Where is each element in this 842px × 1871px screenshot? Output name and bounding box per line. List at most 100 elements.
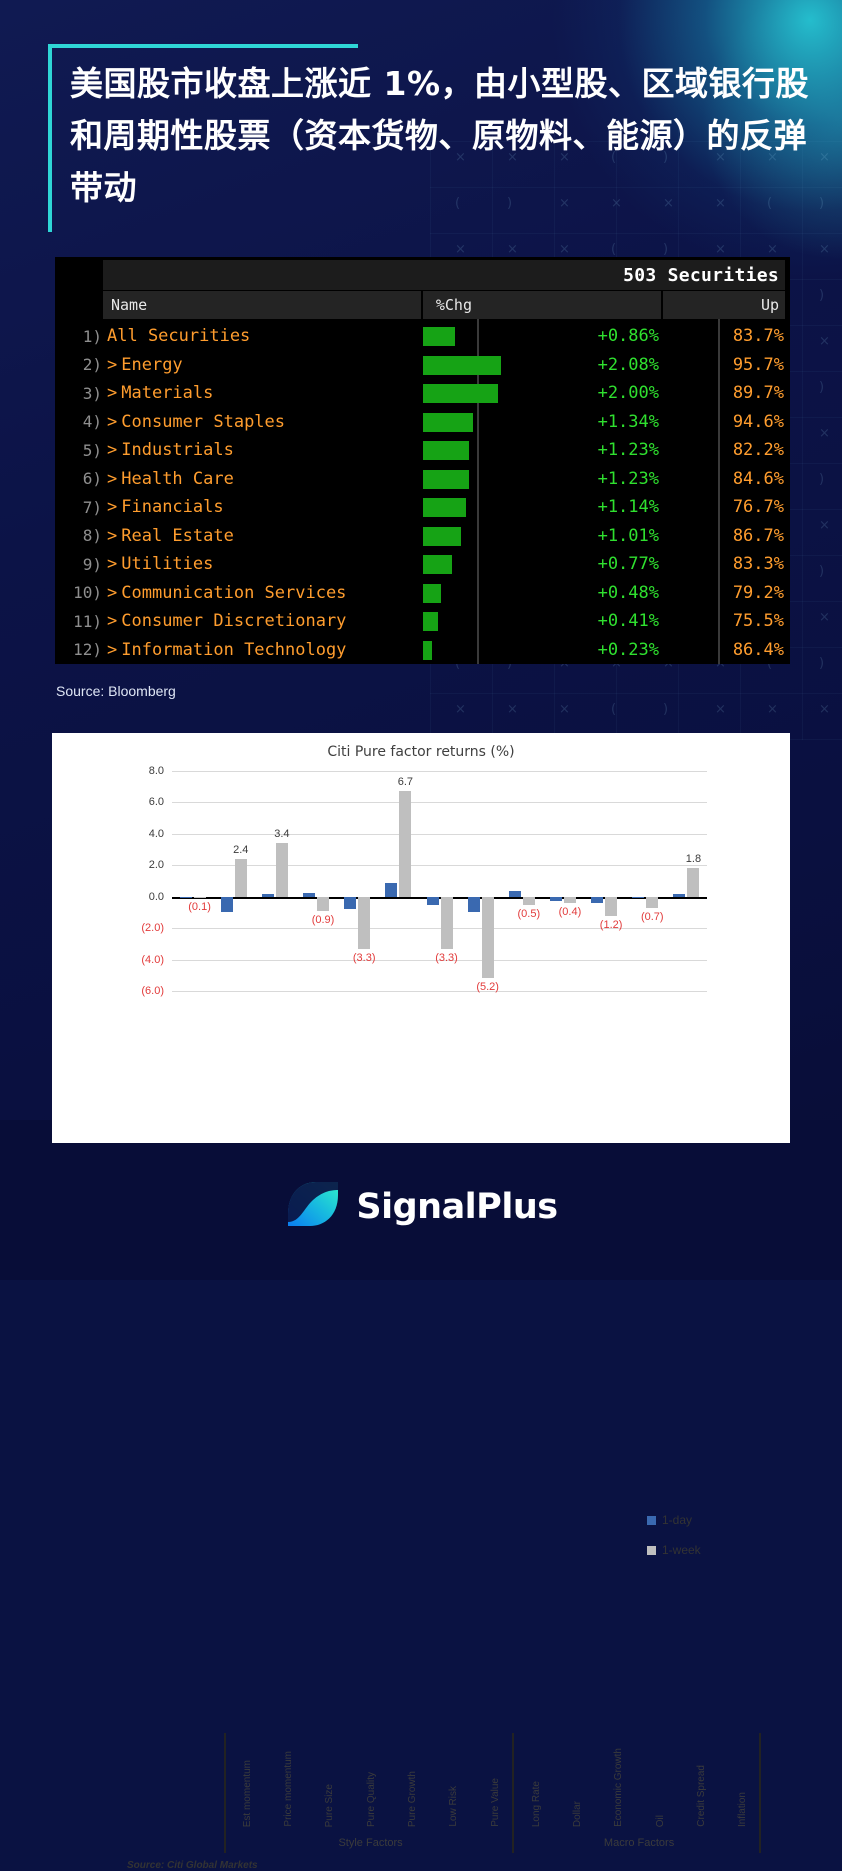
background-x-glyph: ) [819, 380, 825, 395]
row-sector-name[interactable]: > Information Technology [107, 640, 417, 660]
expand-chevron-icon[interactable]: > [107, 583, 117, 603]
row-sector-name[interactable]: > Energy [107, 355, 417, 375]
factor-group-caption: Style Factors [338, 1837, 403, 1849]
y-axis-tick-label: 8.0 [148, 765, 164, 777]
row-sector-name[interactable]: > Industrials [107, 440, 417, 460]
row-sector-name[interactable]: > Utilities [107, 554, 417, 574]
bar-1day [220, 896, 233, 913]
x-axis-category-label: Est momentum [241, 1759, 253, 1827]
row-change-bar [423, 555, 452, 574]
row-bar-cell [417, 607, 597, 636]
row-bar-cell [417, 322, 597, 351]
table-row[interactable]: 6) > Health Care +1.23% 84.6% [55, 465, 790, 494]
y-axis-tick-label: (6.0) [141, 985, 164, 997]
legend-item[interactable]: 1-day [647, 1513, 701, 1527]
row-index: 6) [82, 469, 102, 489]
expand-chevron-icon[interactable]: > [107, 611, 117, 631]
row-sector-name[interactable]: > Real Estate [107, 526, 417, 546]
row-sector-name[interactable]: > Communication Services [107, 583, 417, 603]
row-bar-cell [417, 408, 597, 437]
expand-chevron-icon[interactable]: > [107, 355, 117, 375]
x-axis-category-label: Pure Growth [406, 1770, 418, 1827]
background-x-glyph: × [819, 426, 830, 441]
bar-1day [632, 896, 645, 899]
table-row[interactable]: 4) > Consumer Staples +1.34% 94.6% [55, 408, 790, 437]
row-change-bar [423, 384, 498, 403]
bar-value-label: 3.4 [274, 828, 290, 841]
row-bar-cell [417, 351, 597, 380]
x-axis-category-label: Credit Spread [696, 1765, 708, 1827]
bar-1week [193, 896, 206, 899]
table-row[interactable]: 3) > Materials +2.00% 89.7% [55, 379, 790, 408]
row-sector-name[interactable]: > Consumer Discretionary [107, 611, 417, 631]
row-change-bar [423, 498, 466, 517]
expand-chevron-icon[interactable]: > [107, 526, 117, 546]
table-row[interactable]: 5) > Industrials +1.23% 82.2% [55, 436, 790, 465]
background-x-glyph: × [455, 242, 466, 257]
expand-chevron-icon[interactable]: > [107, 640, 117, 660]
background-x-glyph: × [819, 702, 830, 717]
bar-group [384, 771, 412, 991]
row-change-bar [423, 526, 461, 546]
row-sector-name[interactable]: > Health Care [107, 469, 417, 489]
row-up-percent: 84.6% [732, 468, 784, 489]
row-change-value: +1.23% [597, 468, 659, 489]
table-row[interactable]: 1) All Securities +0.86% 83.7% [55, 322, 790, 351]
expand-chevron-icon[interactable]: > [107, 497, 117, 517]
chart-plot-area: 8.0 6.0 4.0 2.0 0.0 (2.0) (4.0) (6.0) (0.1) 2.4 3.… [141, 765, 707, 997]
table-row[interactable]: 7) > Financials +1.14% 76.7% [55, 493, 790, 522]
row-bar-cell [417, 379, 597, 408]
table-row[interactable]: 8) > Real Estate +1.01% 86.7% [55, 522, 790, 551]
bar-1week [563, 896, 576, 903]
row-change-bar [423, 640, 432, 660]
x-axis-category-label: Pure Size [324, 1783, 336, 1827]
legend-item[interactable]: 1-week [647, 1543, 701, 1557]
table-row[interactable]: 2) > Energy +2.08% 95.7% [55, 351, 790, 380]
table-row[interactable]: 10) > Communication Services +0.48% 79.2% [55, 579, 790, 608]
table-row[interactable]: 11) > Consumer Discretionary +0.41% 75.5% [55, 607, 790, 636]
legend-swatch [647, 1515, 656, 1525]
bar-1week [399, 791, 412, 897]
table-row[interactable]: 12) > Information Technology +0.23% 86.4% [55, 636, 790, 665]
bar-1week [440, 896, 453, 949]
background-x-glyph: × [559, 702, 570, 717]
background-x-glyph: ) [663, 702, 669, 717]
row-up-percent: 75.5% [732, 611, 784, 632]
expand-chevron-icon[interactable]: > [107, 440, 117, 460]
expand-chevron-icon[interactable]: > [107, 383, 117, 403]
page-title: 美国股市收盘上涨近 1%，由小型股、区域银行股和周期性股票（资本货物、原物料、能… [70, 64, 810, 208]
citi-chart-card: Citi Pure factor returns (%) 8.0 6.0 4.0 2.… [52, 733, 790, 1871]
row-index: 8) [82, 526, 102, 546]
x-axis-category-label: Long Rate [530, 1780, 542, 1827]
row-sector-name[interactable]: > Financials [107, 497, 417, 517]
expand-chevron-icon[interactable]: > [107, 412, 117, 432]
background-x-glyph: × [455, 702, 466, 717]
row-change-bar [423, 469, 470, 489]
background-x-glyph: × [819, 334, 830, 349]
bar-1day [591, 896, 604, 903]
row-sector-name[interactable]: > Materials [107, 383, 417, 403]
background-x-glyph: × [559, 242, 570, 257]
legend-swatch [647, 1545, 656, 1555]
row-change-value: +0.23% [597, 639, 659, 660]
background-x-glyph: × [715, 702, 726, 717]
chart-title: Citi Pure factor returns (%) [327, 744, 515, 760]
bar-group [179, 771, 207, 991]
row-up-percent: 76.7% [732, 497, 784, 518]
chart-legend: 1-day 1-week [647, 1513, 701, 1573]
expand-chevron-icon[interactable]: > [107, 554, 117, 574]
legend-label: 1-day [662, 1513, 693, 1527]
background-x-glyph: × [819, 518, 830, 533]
bar-group [590, 771, 618, 991]
background-x-glyph: × [715, 242, 726, 257]
row-sector-name[interactable]: All Securities [107, 326, 417, 346]
bar-1week [605, 896, 618, 916]
bar-group [302, 771, 330, 991]
row-sector-name[interactable]: > Consumer Staples [107, 412, 417, 432]
row-up-percent: 83.7% [732, 326, 784, 347]
expand-chevron-icon[interactable]: > [107, 469, 117, 489]
brand-footer: SignalPlus [0, 1178, 842, 1235]
table-row[interactable]: 9) > Utilities +0.77% 83.3% [55, 550, 790, 579]
row-change-value: +1.01% [597, 525, 659, 546]
bar-1day [385, 882, 398, 897]
